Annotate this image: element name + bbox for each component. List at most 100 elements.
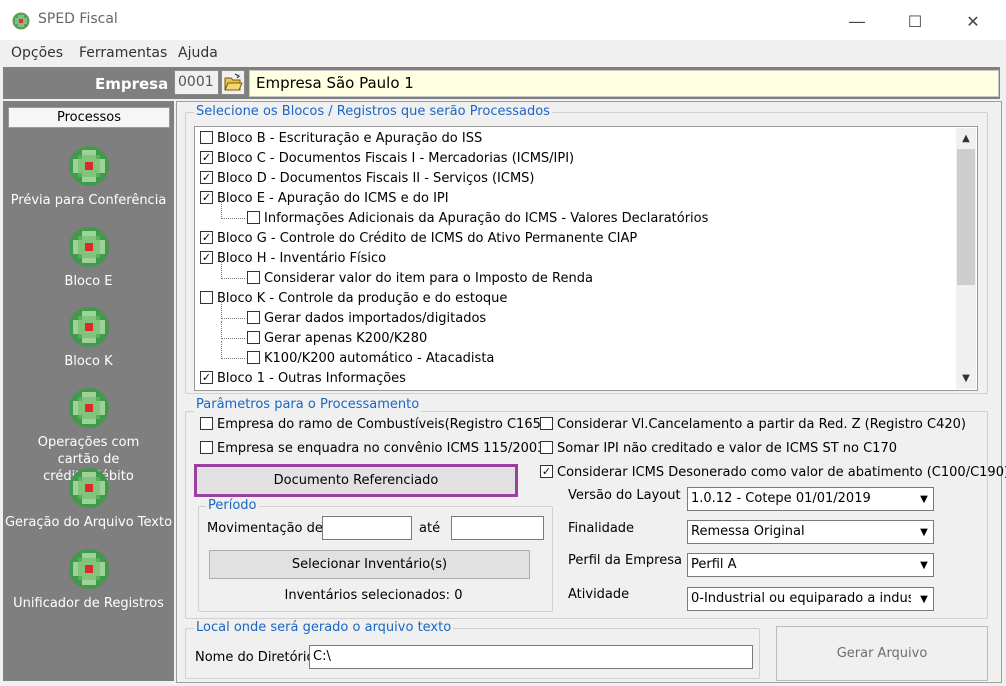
- diretorio-input[interactable]: C:\: [309, 645, 753, 669]
- block-item[interactable]: Gerar apenas K200/K280: [221, 321, 427, 349]
- block-item-label: Bloco G - Controle do Crédito de ICMS do…: [217, 231, 638, 246]
- sped-logo-icon: [12, 12, 30, 30]
- versao-layout-label: Versão do Layout: [568, 488, 681, 503]
- sidebar-item-geracao-arquivo[interactable]: Geração do Arquivo Texto: [3, 514, 174, 531]
- tree-connector: [221, 341, 245, 359]
- opt-convenio-115[interactable]: Empresa se enquadra no convênio ICMS 115…: [200, 441, 545, 456]
- opt-somar-ipi[interactable]: Somar IPI não creditado e valor de ICMS …: [540, 441, 897, 456]
- processos-header: Processos: [8, 107, 170, 128]
- versao-layout-select[interactable]: 1.0.12 - Cotepe 01/01/2019 ▼: [687, 487, 934, 511]
- opt-combustiveis[interactable]: Empresa do ramo de Combustíveis(Registro…: [200, 417, 546, 432]
- opt-cancelamento-red-z[interactable]: Considerar Vl.Cancelamento a partir da R…: [540, 417, 966, 432]
- tree-connector: [221, 261, 245, 279]
- inventarios-selecionados-text: Inventários selecionados: 0: [284, 588, 463, 603]
- block-item-label: Bloco K - Controle da produção e do esto…: [217, 291, 508, 306]
- block-item-label: Bloco D - Documentos Fiscais II - Serviç…: [217, 171, 535, 186]
- checkbox[interactable]: ✓: [200, 251, 213, 264]
- empresa-name-display: Empresa São Paulo 1: [249, 70, 999, 97]
- finalidade-label: Finalidade: [568, 521, 635, 536]
- block-item[interactable]: Gerar dados importados/digitados: [221, 301, 487, 329]
- gerar-arquivo-button[interactable]: Gerar Arquivo: [776, 626, 988, 681]
- checkbox[interactable]: ✓: [200, 191, 213, 204]
- empresa-label: Empresa: [95, 75, 169, 93]
- window-title: SPED Fiscal: [38, 11, 118, 27]
- open-folder-button[interactable]: [221, 70, 245, 95]
- output-legend: Local onde será gerado o arquivo texto: [194, 620, 454, 635]
- chevron-down-icon[interactable]: ▼: [915, 588, 933, 610]
- chevron-down-icon[interactable]: ▼: [915, 521, 933, 543]
- checkbox[interactable]: [200, 131, 213, 144]
- period-to-input[interactable]: [451, 516, 544, 540]
- checkbox[interactable]: [247, 331, 260, 344]
- menu-ferramentas[interactable]: Ferramentas: [79, 45, 167, 61]
- checkbox[interactable]: [200, 441, 213, 454]
- menu-opcoes[interactable]: Opções: [11, 45, 63, 61]
- folder-open-icon: [224, 73, 243, 91]
- checkbox[interactable]: [540, 441, 553, 454]
- checkbox[interactable]: ✓: [200, 231, 213, 244]
- block-item-label: K100/K200 automático - Atacadista: [264, 351, 495, 366]
- checkbox[interactable]: ✓: [200, 171, 213, 184]
- checkbox[interactable]: [540, 417, 553, 430]
- previa-conferencia-icon[interactable]: [68, 145, 110, 187]
- block-item[interactable]: ✓ Bloco D - Documentos Fiscais II - Servi…: [200, 169, 535, 189]
- perfil-empresa-label: Perfil da Empresa: [568, 553, 682, 568]
- operacoes-cartao-icon[interactable]: [68, 387, 110, 429]
- block-item-label: Bloco E - Apuração do ICMS e do IPI: [217, 191, 449, 206]
- periodo-legend: Período: [206, 498, 259, 513]
- selecionar-inventario-button[interactable]: Selecionar Inventário(s): [209, 550, 530, 579]
- unificador-registros-icon[interactable]: [68, 548, 110, 590]
- block-item[interactable]: ✓ Bloco G - Controle do Crédito de ICMS d…: [200, 229, 637, 249]
- sidebar-item-bloco-e[interactable]: Bloco E: [3, 273, 174, 290]
- checkbox[interactable]: [200, 291, 213, 304]
- checkbox[interactable]: [247, 311, 260, 324]
- block-item[interactable]: ✓ Bloco C - Documentos Fiscais I - Mercad…: [200, 149, 574, 169]
- block-item[interactable]: Bloco B - Escrituração e Apuração do ISS: [200, 129, 482, 149]
- blocks-list: Bloco B - Escrituração e Apuração do ISS…: [200, 129, 954, 391]
- atividade-label: Atividade: [568, 587, 630, 602]
- close-icon[interactable]: ✕: [950, 6, 996, 36]
- checkbox[interactable]: ✓: [200, 371, 213, 384]
- scroll-up-icon[interactable]: ▲: [956, 128, 976, 148]
- block-item[interactable]: K100/K200 automático - Atacadista: [221, 341, 495, 369]
- geracao-arquivo-icon[interactable]: [68, 467, 110, 509]
- chevron-down-icon[interactable]: ▼: [915, 554, 933, 576]
- menu-ajuda[interactable]: Ajuda: [178, 45, 218, 61]
- block-item-label: Gerar dados importados/digitados: [264, 311, 487, 326]
- period-from-input[interactable]: [322, 516, 412, 540]
- params-legend: Parâmetros para o Processamento: [194, 397, 422, 412]
- block-item-label: Informações Adicionais da Apuração do IC…: [264, 211, 709, 226]
- checkbox[interactable]: ✓: [200, 151, 213, 164]
- checkbox[interactable]: [247, 351, 260, 364]
- block-item[interactable]: ✓ Bloco 1 - Outras Informações: [200, 369, 406, 389]
- perfil-empresa-select[interactable]: Perfil A ▼: [687, 553, 934, 577]
- scrollbar-thumb[interactable]: [957, 149, 975, 285]
- sidebar-item-previa[interactable]: Prévia para Conferência: [3, 192, 174, 209]
- bloco-k-icon[interactable]: [68, 306, 110, 348]
- nome-diretorio-label: Nome do Diretório: [195, 650, 315, 665]
- maximize-icon[interactable]: ☐: [892, 6, 938, 36]
- checkbox[interactable]: ✓: [540, 465, 553, 478]
- block-item[interactable]: Informações Adicionais da Apuração do IC…: [221, 201, 709, 229]
- blocks-legend: Selecione os Blocos / Registros que serã…: [194, 104, 552, 119]
- opt-icms-desonerado[interactable]: ✓ Considerar ICMS Desonerado como valor d…: [540, 465, 1006, 480]
- checkbox[interactable]: [247, 211, 260, 224]
- bloco-e-icon[interactable]: [68, 226, 110, 268]
- sidebar-item-unificador[interactable]: Unificador de Registros: [3, 595, 174, 612]
- block-item-label: Bloco B - Escrituração e Apuração do ISS: [217, 131, 483, 146]
- block-item[interactable]: Bloco K - Controle da produção e do esto…: [200, 289, 507, 309]
- documento-referenciado-button[interactable]: Documento Referenciado: [194, 464, 518, 497]
- chevron-down-icon[interactable]: ▼: [915, 488, 933, 510]
- block-item-label: Bloco 1 - Outras Informações: [217, 371, 406, 386]
- sidebar-item-bloco-k[interactable]: Bloco K: [3, 353, 174, 370]
- checkbox[interactable]: [200, 417, 213, 430]
- block-item[interactable]: Considerar valor do item para o Imposto …: [221, 261, 593, 289]
- minimize-icon[interactable]: ―: [834, 6, 880, 36]
- empresa-code-input[interactable]: 0001: [174, 70, 219, 95]
- atividade-select[interactable]: 0-Industrial ou equiparado a industrial …: [687, 587, 934, 611]
- block-item-label: Bloco C - Documentos Fiscais I - Mercado…: [217, 151, 575, 166]
- tree-connector: [221, 201, 245, 219]
- scroll-down-icon[interactable]: ▼: [956, 368, 976, 388]
- checkbox[interactable]: [247, 271, 260, 284]
- finalidade-select[interactable]: Remessa Original ▼: [687, 520, 934, 544]
